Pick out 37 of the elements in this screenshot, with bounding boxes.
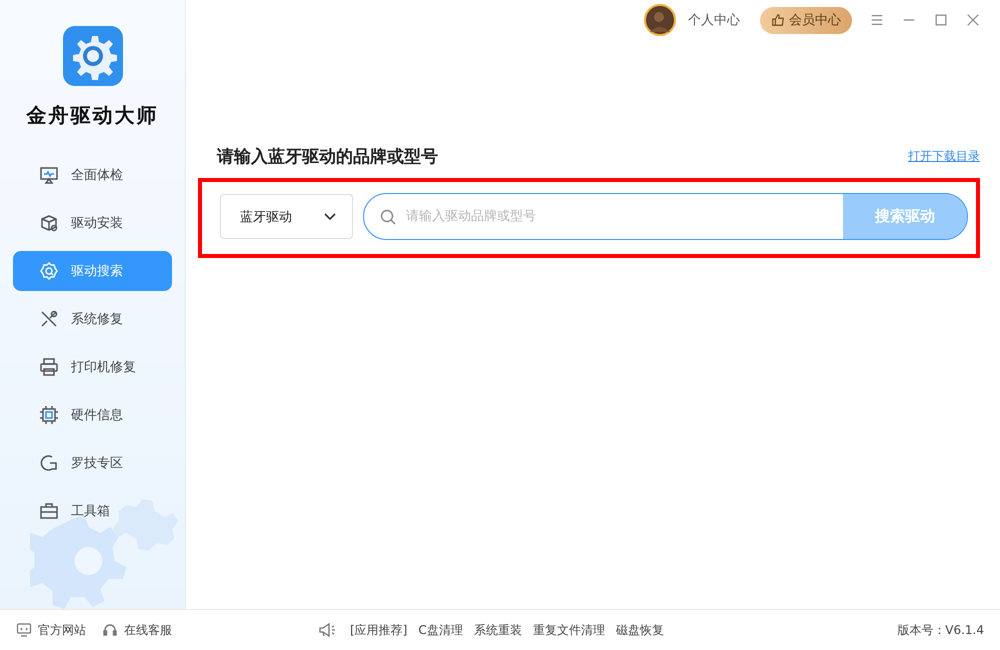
sidebar-item[interactable]: 工具箱 bbox=[13, 491, 172, 531]
sidebar-item[interactable]: 硬件信息 bbox=[13, 395, 172, 435]
thumbs-up-icon bbox=[771, 13, 785, 27]
website-link[interactable]: 官方网站 bbox=[16, 622, 86, 638]
search-icon bbox=[380, 208, 396, 224]
tools-icon bbox=[39, 309, 59, 329]
close-icon[interactable] bbox=[966, 13, 980, 27]
promo-link[interactable]: 系统重装 bbox=[474, 622, 522, 638]
megaphone-icon bbox=[318, 622, 336, 638]
headset-icon bbox=[102, 622, 118, 638]
user-center-link[interactable]: 个人中心 bbox=[688, 11, 740, 29]
vip-button[interactable]: 会员中心 bbox=[760, 6, 852, 34]
promo-link[interactable]: C盘清理 bbox=[418, 622, 463, 638]
chevron-down-icon bbox=[324, 212, 336, 220]
box-icon bbox=[39, 213, 59, 233]
monitor-icon bbox=[16, 622, 32, 638]
toolbox-icon bbox=[39, 501, 59, 521]
monitor-icon bbox=[39, 165, 59, 185]
avatar[interactable] bbox=[644, 4, 676, 36]
gear-icon bbox=[62, 26, 122, 86]
sidebar-item[interactable]: 系统修复 bbox=[13, 299, 172, 339]
promo-link[interactable]: 磁盘恢复 bbox=[616, 622, 664, 638]
version-label: 版本号：V6.1.4 bbox=[897, 622, 984, 638]
printer-icon bbox=[39, 357, 59, 377]
sidebar-item[interactable]: 打印机修复 bbox=[13, 347, 172, 387]
chip-icon bbox=[39, 405, 59, 425]
customer-service-link[interactable]: 在线客服 bbox=[102, 622, 172, 638]
sidebar-item[interactable]: 全面体检 bbox=[13, 155, 172, 195]
sidebar-item[interactable]: 罗技专区 bbox=[13, 443, 172, 483]
sidebar-item[interactable]: 驱动安装 bbox=[13, 203, 172, 243]
maximize-icon[interactable] bbox=[934, 13, 948, 27]
search-icon bbox=[39, 261, 59, 281]
menu-icon[interactable] bbox=[870, 13, 884, 27]
app-title: 金舟驱动大师 bbox=[26, 102, 158, 129]
promo-label: [应用推荐] bbox=[350, 622, 408, 638]
search-heading: 请输入蓝牙驱动的品牌或型号 bbox=[217, 146, 438, 168]
promo-link[interactable]: 重复文件清理 bbox=[532, 622, 605, 638]
